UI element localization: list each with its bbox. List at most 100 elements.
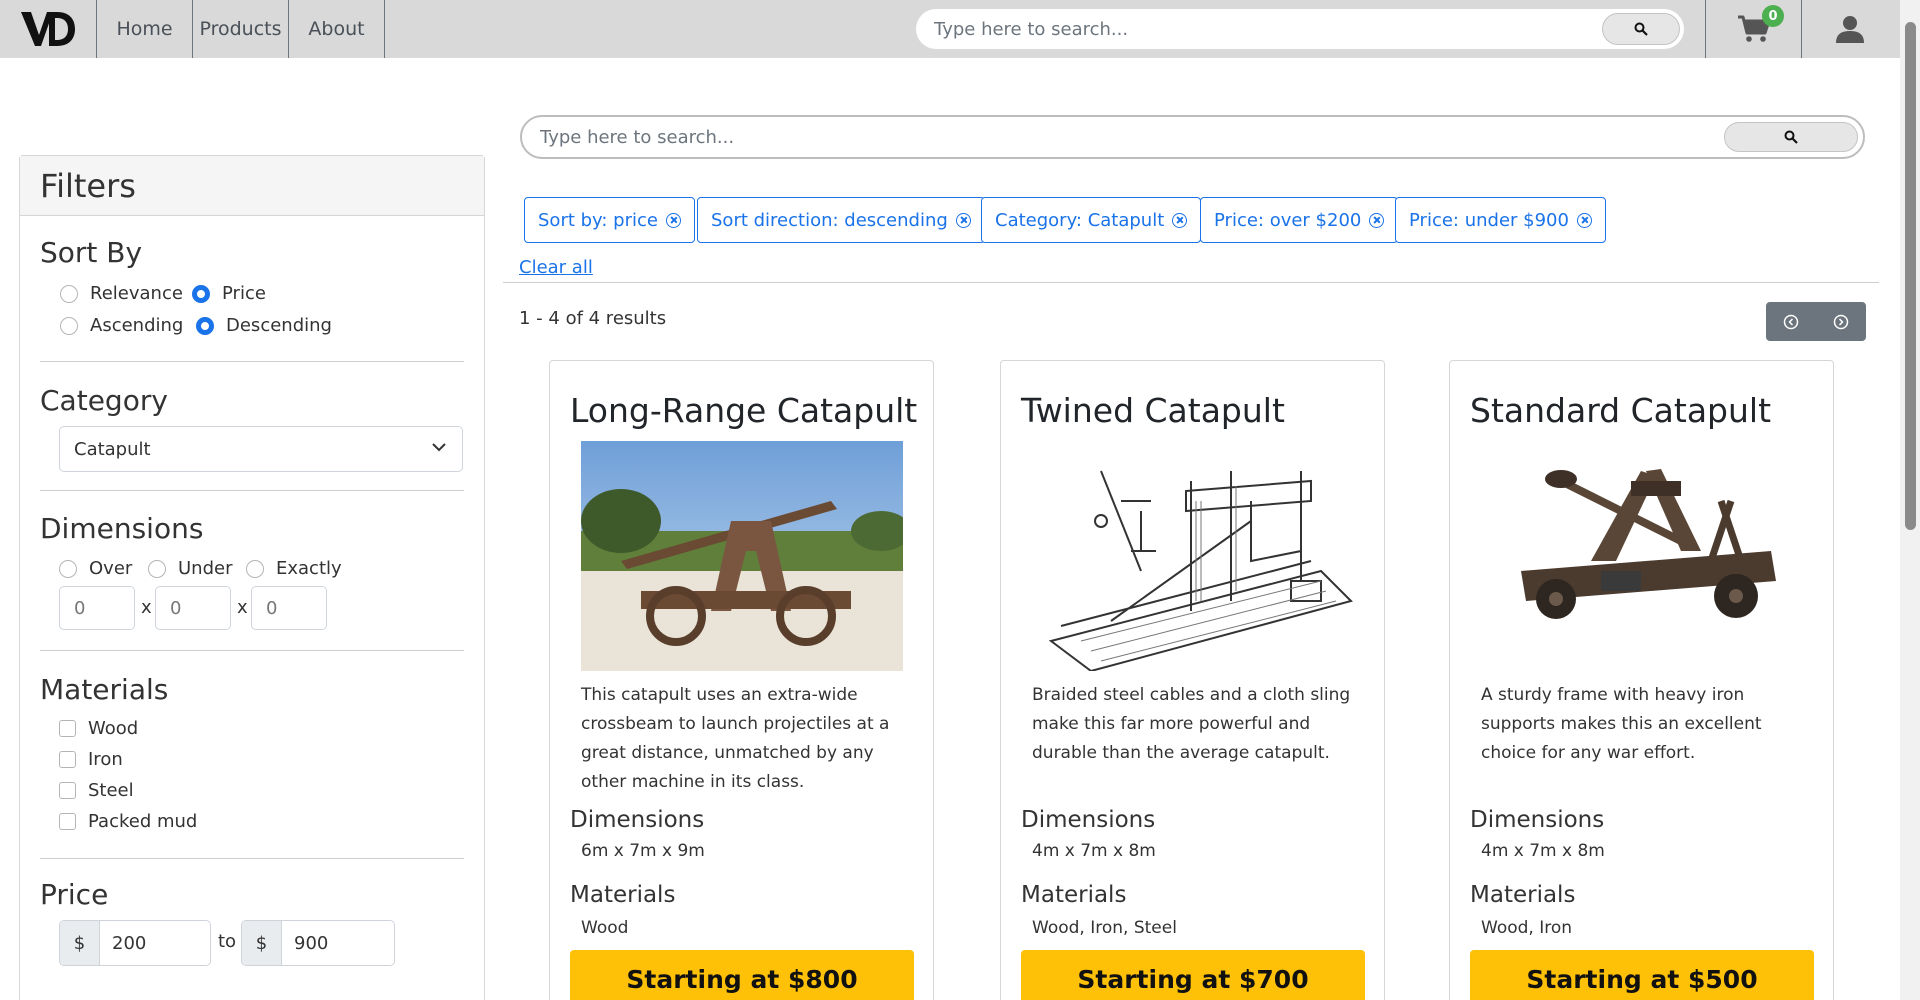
dimensions-exactly-label: Exactly [276, 558, 342, 579]
sort-descending-option[interactable]: Descending [196, 315, 332, 336]
product-image[interactable] [581, 441, 903, 671]
chip-sort-direction[interactable]: Sort direction: descending [697, 197, 985, 243]
dimension-input-1[interactable] [59, 586, 135, 630]
product-title[interactable]: Twined Catapult [1021, 391, 1285, 430]
product-card: Long-Range Catapult This catapult uses a… [549, 360, 934, 1000]
nav-products[interactable]: Products [192, 0, 288, 58]
product-image[interactable] [1481, 441, 1803, 671]
radio-price[interactable] [192, 284, 210, 303]
dimensions-exactly-option[interactable]: Exactly [246, 558, 342, 579]
chip-price-over[interactable]: Price: over $200 [1200, 197, 1399, 243]
next-page-button[interactable] [1816, 302, 1866, 341]
cart-button[interactable]: 0 [1705, 0, 1801, 58]
dimensions-over-label: Over [89, 558, 133, 579]
header-search-input[interactable] [934, 15, 1494, 43]
sort-relevance-label: Relevance [90, 283, 183, 304]
divider [40, 650, 464, 651]
materials-value: Wood [581, 918, 629, 938]
logo-mark [21, 12, 75, 46]
radio-exactly[interactable] [246, 559, 264, 578]
price-button[interactable]: Starting at $800 [570, 950, 914, 1000]
logo[interactable] [0, 0, 96, 58]
chip-sort-by[interactable]: Sort by: price [524, 197, 695, 243]
chevron-down-icon [432, 443, 446, 452]
dimensions-value: 6m x 7m x 9m [581, 841, 705, 861]
price-section: Price [40, 878, 464, 911]
material-packed-mud-option[interactable]: Packed mud [59, 811, 197, 832]
product-image[interactable] [1021, 441, 1365, 671]
remove-chip-icon[interactable] [955, 212, 971, 228]
page-scrollbar[interactable] [1900, 0, 1920, 1000]
material-iron-option[interactable]: Iron [59, 749, 123, 770]
materials-label: Materials [1021, 882, 1127, 908]
price-min-group: $ [59, 920, 211, 966]
clear-all-link[interactable]: Clear all [519, 257, 593, 278]
scrollbar-thumb[interactable] [1905, 22, 1916, 530]
radio-over[interactable] [59, 559, 77, 578]
remove-chip-icon[interactable] [1369, 212, 1385, 228]
price-max-input[interactable] [282, 921, 394, 965]
divider [40, 858, 464, 859]
user-button[interactable] [1801, 0, 1897, 58]
search-icon [1784, 130, 1798, 144]
price-button[interactable]: Starting at $700 [1021, 950, 1365, 1000]
sort-price-option[interactable]: Price [192, 283, 266, 304]
sort-ascending-option[interactable]: Ascending [60, 315, 183, 336]
product-search [520, 115, 1865, 159]
remove-chip-icon[interactable] [665, 212, 681, 228]
previous-page-button[interactable] [1766, 302, 1816, 341]
user-icon [1835, 16, 1864, 43]
dimension-separator: x [141, 597, 152, 618]
chip-category[interactable]: Category: Catapult [981, 197, 1202, 243]
product-description: A sturdy frame with heavy iron supports … [1481, 685, 1762, 763]
checkbox-wood[interactable] [59, 720, 76, 737]
materials-value: Wood, Iron, Steel [1032, 918, 1177, 938]
sort-relevance-option[interactable]: Relevance [60, 283, 183, 304]
remove-chip-icon[interactable] [1576, 212, 1592, 228]
dimension-input-2[interactable] [155, 586, 231, 630]
product-search-input[interactable] [540, 124, 1540, 150]
materials-value: Wood, Iron [1481, 918, 1573, 938]
chip-price-under[interactable]: Price: under $900 [1395, 197, 1606, 243]
materials-label: Materials [1470, 882, 1576, 908]
materials-heading: Materials [40, 673, 169, 706]
checkbox-steel[interactable] [59, 782, 76, 799]
search-icon [1634, 22, 1648, 36]
radio-relevance[interactable] [60, 284, 78, 303]
product-title[interactable]: Long-Range Catapult [570, 391, 917, 430]
chevron-right-icon [1833, 314, 1849, 329]
price-button[interactable]: Starting at $500 [1470, 950, 1814, 1000]
dimensions-label: Dimensions [1021, 807, 1156, 833]
remove-chip-icon[interactable] [1172, 212, 1188, 228]
nav-about[interactable]: About [288, 0, 384, 58]
results-count: 1 - 4 of 4 results [519, 308, 667, 329]
dimensions-under-option[interactable]: Under [148, 558, 232, 579]
category-section: Category [40, 384, 464, 417]
dimensions-label: Dimensions [1470, 807, 1605, 833]
product-title[interactable]: Standard Catapult [1470, 391, 1771, 430]
divider [40, 361, 464, 362]
sort-by-section: Sort By [40, 236, 464, 269]
top-navbar: Home Products About 0 [0, 0, 1900, 58]
radio-descending[interactable] [196, 316, 214, 335]
material-steel-label: Steel [88, 780, 134, 801]
category-select[interactable]: Catapult [59, 426, 463, 472]
radio-ascending[interactable] [60, 316, 78, 335]
radio-under[interactable] [148, 559, 166, 578]
price-min-input[interactable] [100, 921, 210, 965]
checkbox-iron[interactable] [59, 751, 76, 768]
chip-label: Price: over $200 [1214, 209, 1362, 231]
dimensions-over-option[interactable]: Over [59, 558, 132, 579]
nav-home[interactable]: Home [96, 0, 192, 58]
material-packed-mud-label: Packed mud [88, 811, 198, 832]
dimension-input-3[interactable] [251, 586, 327, 630]
header-search-button[interactable] [1602, 13, 1680, 45]
checkbox-packed-mud[interactable] [59, 813, 76, 830]
material-steel-option[interactable]: Steel [59, 780, 134, 801]
dimensions-heading: Dimensions [40, 512, 204, 545]
material-wood-option[interactable]: Wood [59, 718, 138, 739]
product-description: This catapult uses an extra-wide crossbe… [581, 685, 890, 792]
product-search-button[interactable] [1724, 122, 1858, 152]
material-iron-label: Iron [88, 749, 123, 770]
dimensions-value: 4m x 7m x 8m [1481, 841, 1605, 861]
